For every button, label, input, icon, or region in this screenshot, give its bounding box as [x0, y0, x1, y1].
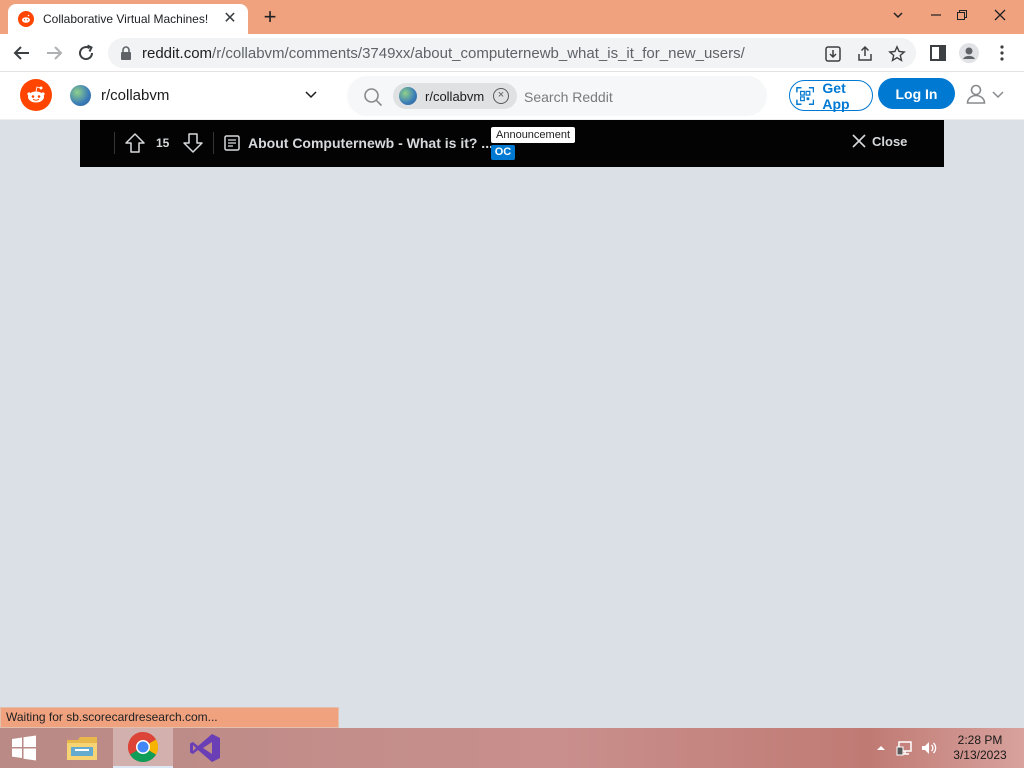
new-tab-button[interactable]: + — [258, 6, 282, 30]
post-overlay-header: 15 About Computernewb - What is it? ... … — [80, 120, 944, 167]
search-icon — [364, 88, 383, 107]
user-menu-chevron-icon — [992, 91, 1004, 99]
back-button[interactable] — [8, 39, 36, 67]
chevron-up-icon — [877, 746, 885, 750]
close-icon — [852, 134, 866, 148]
reload-icon — [79, 44, 94, 61]
community-dropdown-chevron-icon[interactable] — [304, 87, 318, 101]
chrome-menu-button[interactable] — [992, 43, 1012, 63]
url-text: reddit.com/r/collabvm/comments/3749xx/ab… — [142, 45, 745, 62]
browser-tab-active[interactable]: Collaborative Virtual Machines! ✕ — [8, 4, 248, 34]
show-hidden-icons[interactable] — [876, 728, 886, 768]
oc-badge: OC — [491, 145, 515, 160]
side-panel-button[interactable] — [928, 43, 948, 63]
address-bar[interactable]: reddit.com/r/collabvm/comments/3749xx/ab… — [108, 38, 916, 68]
visual-studio-icon — [190, 734, 220, 762]
file-explorer-icon — [67, 737, 97, 760]
close-label: Close — [872, 133, 908, 149]
text-post-icon — [224, 135, 240, 151]
post-title[interactable]: About Computernewb - What is it? ... — [248, 135, 493, 151]
google-chrome-icon — [127, 732, 159, 763]
user-menu-dropdown[interactable] — [964, 82, 1006, 106]
close-post-button[interactable]: Close — [851, 133, 907, 149]
taskbar-visual-studio[interactable] — [175, 728, 235, 768]
tab-close-icon[interactable]: ✕ — [222, 11, 238, 27]
url-path: /r/collabvm/comments/3749xx/about_comput… — [212, 44, 745, 62]
announcement-flair: Announcement — [491, 127, 575, 143]
taskbar-file-explorer[interactable] — [52, 728, 112, 768]
share-icon[interactable] — [856, 45, 874, 63]
speaker-icon — [922, 742, 937, 754]
chip-community-icon — [399, 87, 417, 105]
browser-toolbar: reddit.com/r/collabvm/comments/3749xx/ab… — [0, 34, 1024, 72]
install-app-icon[interactable] — [824, 45, 842, 63]
reload-button[interactable] — [72, 39, 100, 67]
community-icon — [70, 85, 91, 106]
windows-taskbar: 2:28 PM 3/13/2023 — [0, 728, 1024, 768]
chip-label: r/collabvm — [425, 88, 485, 104]
reddit-search-bar[interactable]: r/collabvm × Search Reddit — [347, 76, 767, 116]
browser-status-bubble: Waiting for sb.scorecardresearch.com... — [0, 707, 339, 728]
back-arrow-icon — [13, 46, 29, 60]
login-button[interactable]: Log In — [878, 78, 955, 109]
upvote-arrow-icon[interactable] — [124, 132, 146, 154]
vote-count: 15 — [156, 136, 170, 150]
network-tray[interactable] — [896, 728, 914, 768]
kebab-menu-icon — [1000, 45, 1004, 61]
network-icon — [896, 741, 912, 756]
divider — [213, 132, 214, 154]
search-input[interactable]: Search Reddit — [524, 89, 613, 105]
search-community-chip: r/collabvm × — [393, 83, 517, 109]
get-app-label: Get App — [822, 79, 850, 112]
forward-arrow-icon — [47, 46, 63, 60]
forward-button[interactable] — [40, 39, 68, 67]
close-window-button[interactable] — [982, 0, 1018, 30]
chip-clear-icon[interactable]: × — [493, 88, 509, 104]
user-icon — [966, 84, 986, 104]
restore-window-button[interactable] — [944, 0, 980, 30]
profile-avatar-icon — [959, 43, 979, 63]
start-button[interactable] — [0, 728, 48, 768]
divider — [114, 132, 115, 154]
get-app-button[interactable]: Get App — [789, 79, 873, 112]
lock-icon — [121, 46, 131, 60]
browser-tab-strip: Collaborative Virtual Machines! ✕ + — [0, 0, 1024, 34]
reddit-logo-icon[interactable] — [20, 79, 52, 111]
reddit-favicon-icon — [18, 11, 34, 27]
downvote-arrow-icon[interactable] — [182, 132, 204, 154]
qr-code-icon — [796, 86, 815, 105]
windows-logo-icon — [12, 735, 36, 761]
profile-button[interactable] — [959, 43, 979, 63]
community-name[interactable]: r/collabvm — [101, 87, 169, 104]
reddit-header: r/collabvm r/collabvm × Search Reddit Ge… — [0, 72, 1024, 120]
side-panel-icon — [930, 45, 946, 61]
url-domain: reddit.com — [142, 44, 213, 62]
bookmark-star-icon[interactable] — [888, 45, 906, 63]
taskbar-clock[interactable]: 2:28 PM 3/13/2023 — [944, 733, 1016, 763]
tab-title: Collaborative Virtual Machines! — [43, 12, 209, 26]
taskbar-google-chrome[interactable] — [113, 728, 173, 768]
volume-tray[interactable] — [920, 728, 938, 768]
clock-date: 3/13/2023 — [953, 748, 1007, 762]
tab-search-chevron-icon[interactable] — [880, 0, 916, 30]
clock-time: 2:28 PM — [957, 733, 1003, 747]
